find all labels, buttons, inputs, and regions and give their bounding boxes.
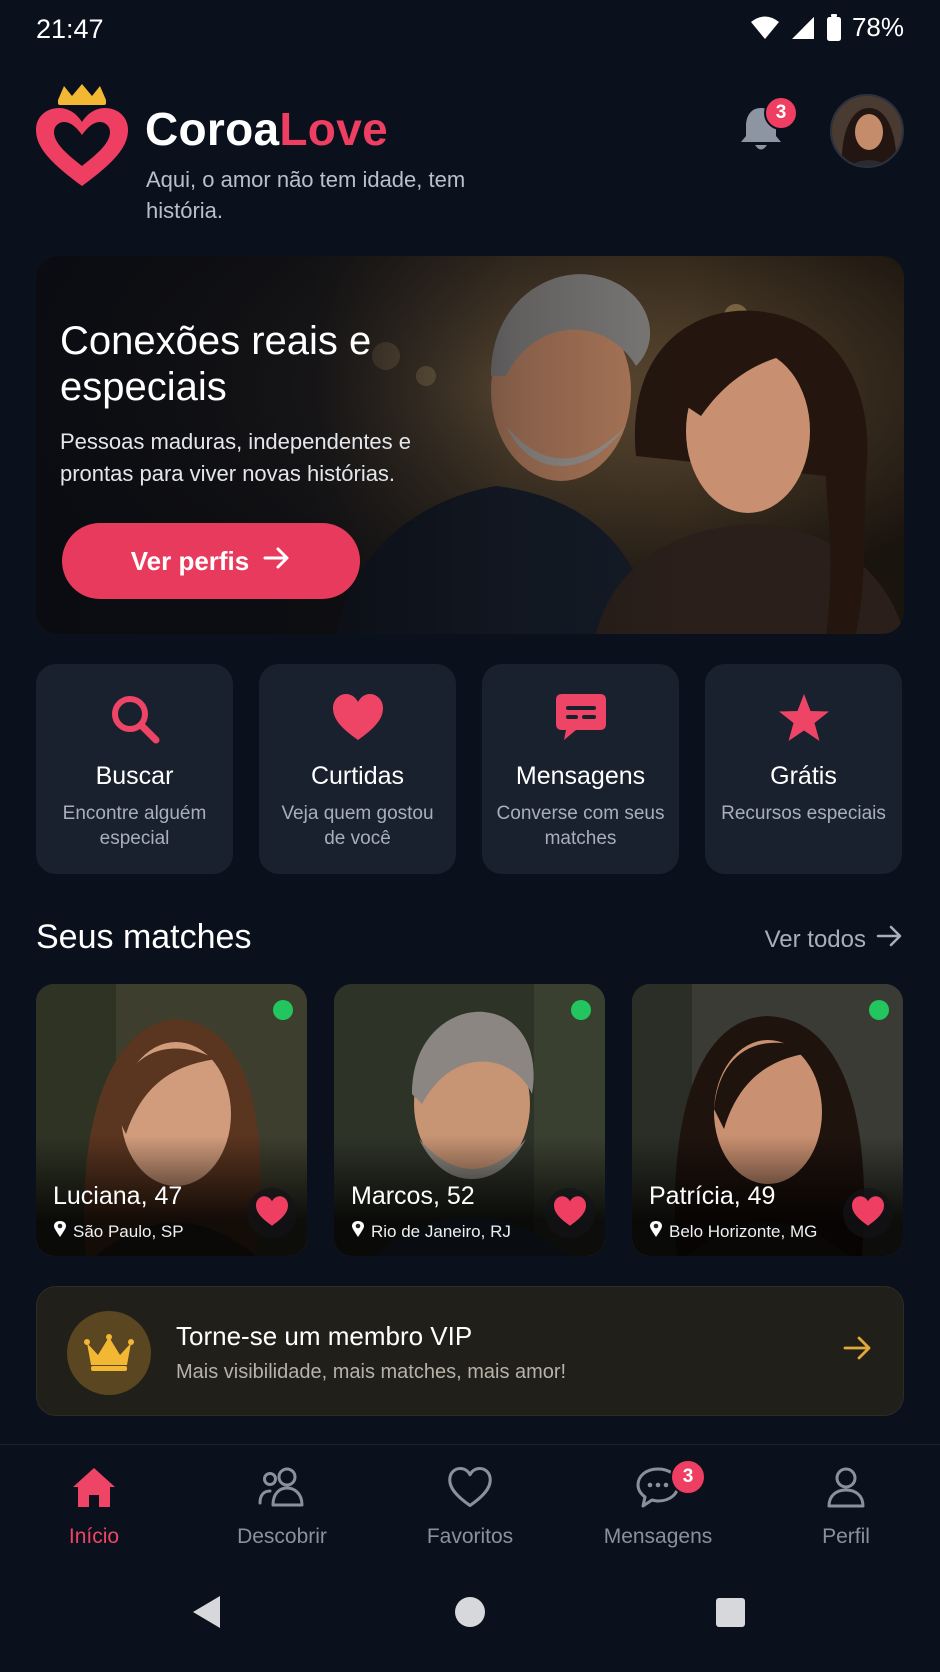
match-card[interactable]: Luciana, 47 São Paulo, SP	[36, 984, 307, 1256]
quick-action-title: Mensagens	[515, 762, 646, 790]
home-icon	[0, 1465, 188, 1513]
messages-badge: 3	[670, 1459, 706, 1495]
nav-label: Descobrir	[237, 1525, 327, 1548]
heart-icon	[850, 1195, 886, 1232]
heart-icon	[259, 692, 456, 746]
nav-label: Favoritos	[426, 1525, 514, 1548]
app-title: CoroaLove	[145, 102, 388, 156]
app-logo-icon	[32, 82, 132, 192]
quick-action-free[interactable]: Grátis Recursos especiais	[705, 664, 902, 874]
heart-icon	[552, 1195, 588, 1232]
heart-outline-icon	[376, 1465, 564, 1513]
app-header: CoroaLove Aqui, o amor não tem idade, te…	[0, 70, 940, 240]
nav-label: Mensagens	[603, 1525, 713, 1548]
app-title-part2: Love	[279, 103, 388, 155]
chat-icon	[482, 692, 679, 746]
match-location: Belo Horizonte, MG	[649, 1220, 817, 1243]
home-circle-icon[interactable]	[454, 1594, 486, 1635]
online-indicator	[273, 1000, 293, 1020]
see-all-matches-link[interactable]: Ver todos	[765, 924, 904, 955]
status-bar: 21:47 78%	[0, 0, 940, 60]
location-pin-icon	[53, 1220, 67, 1243]
matches-section-title: Seus matches	[36, 918, 252, 956]
online-indicator	[571, 1000, 591, 1020]
match-card[interactable]: Marcos, 52 Rio de Janeiro, RJ	[334, 984, 605, 1256]
app-tagline: Aqui, o amor não tem idade, tem história…	[146, 167, 466, 223]
match-location: Rio de Janeiro, RJ	[351, 1220, 511, 1243]
app-title-part1: Coroa	[145, 103, 280, 155]
nav-label: Perfil	[822, 1525, 870, 1548]
nav-item-home[interactable]: Início	[0, 1445, 188, 1565]
hero-subtitle: Pessoas maduras, independentes e prontas…	[60, 429, 412, 486]
back-triangle-icon[interactable]	[190, 1594, 222, 1635]
notification-badge: 3	[764, 96, 798, 130]
quick-action-likes[interactable]: Curtidas Veja quem gostou de você	[259, 664, 456, 874]
see-all-label: Ver todos	[764, 925, 866, 953]
match-location: São Paulo, SP	[53, 1220, 184, 1243]
arrow-right-icon	[843, 1335, 873, 1366]
nav-item-profile[interactable]: Perfil	[752, 1445, 940, 1565]
nav-item-favorites[interactable]: Favoritos	[376, 1445, 564, 1565]
quick-action-title: Grátis	[770, 762, 837, 790]
wifi-icon	[750, 15, 780, 41]
match-name: Marcos, 52	[351, 1182, 475, 1210]
search-icon	[36, 692, 233, 746]
quick-action-messages[interactable]: Mensagens Converse com seus matches	[482, 664, 679, 874]
recents-square-icon[interactable]	[714, 1594, 746, 1635]
chat-outline-icon	[564, 1465, 752, 1513]
nav-label: Início	[68, 1525, 120, 1548]
match-location-text: São Paulo, SP	[73, 1221, 184, 1241]
nav-item-messages[interactable]: Mensagens	[564, 1445, 752, 1565]
system-navigation-bar	[0, 1572, 940, 1672]
quick-action-title: Curtidas	[310, 762, 405, 790]
view-profiles-label: Ver perfis	[130, 545, 250, 576]
quick-action-search[interactable]: Buscar Encontre alguém especial	[36, 664, 233, 874]
like-button[interactable]	[247, 1188, 297, 1238]
online-indicator	[869, 1000, 889, 1020]
quick-action-desc: Converse com seus matches	[496, 803, 665, 849]
user-avatar[interactable]	[830, 94, 904, 168]
battery-icon	[826, 13, 842, 42]
crown-icon	[67, 1311, 151, 1395]
match-card[interactable]: Patrícia, 49 Belo Horizonte, MG	[632, 984, 903, 1256]
quick-action-desc: Encontre alguém especial	[62, 803, 207, 849]
match-name: Patrícia, 49	[649, 1182, 776, 1210]
arrow-right-icon	[876, 924, 904, 955]
star-icon	[705, 692, 902, 746]
quick-actions: Buscar Encontre alguém especial Curtidas…	[36, 664, 904, 874]
hero-banner: Conexões reais e especiais Pessoas madur…	[36, 256, 904, 634]
user-icon	[752, 1465, 940, 1513]
like-button[interactable]	[843, 1188, 893, 1238]
status-icons: 78%	[750, 12, 904, 43]
location-pin-icon	[351, 1220, 365, 1243]
nav-item-discover[interactable]: Descobrir	[188, 1445, 376, 1565]
location-pin-icon	[649, 1220, 663, 1243]
vip-banner[interactable]: Torne-se um membro VIP Mais visibilidade…	[36, 1286, 904, 1416]
quick-action-desc: Recursos especiais	[721, 803, 886, 824]
battery-percent: 78%	[851, 12, 904, 42]
vip-title: Torne-se um membro VIP	[176, 1321, 473, 1351]
status-time: 21:47	[36, 14, 104, 44]
vip-subtitle: Mais visibilidade, mais matches, mais am…	[176, 1361, 567, 1383]
people-icon	[188, 1465, 376, 1513]
matches-list: Luciana, 47 São Paulo, SP Marcos, 52 Rio…	[36, 984, 904, 1256]
match-location-text: Belo Horizonte, MG	[669, 1221, 818, 1241]
quick-action-desc: Veja quem gostou de você	[281, 803, 434, 849]
hero-title: Conexões reais e especiais	[60, 319, 372, 409]
arrow-right-icon	[263, 546, 291, 577]
match-location-text: Rio de Janeiro, RJ	[371, 1221, 511, 1241]
view-profiles-button[interactable]: Ver perfis	[62, 523, 360, 599]
match-name: Luciana, 47	[53, 1182, 183, 1210]
signal-icon	[790, 15, 816, 41]
quick-action-title: Buscar	[95, 762, 174, 790]
heart-icon	[254, 1195, 290, 1232]
like-button[interactable]	[545, 1188, 595, 1238]
bottom-navigation: Início Descobrir Favoritos Mensagens Per…	[0, 1444, 940, 1564]
